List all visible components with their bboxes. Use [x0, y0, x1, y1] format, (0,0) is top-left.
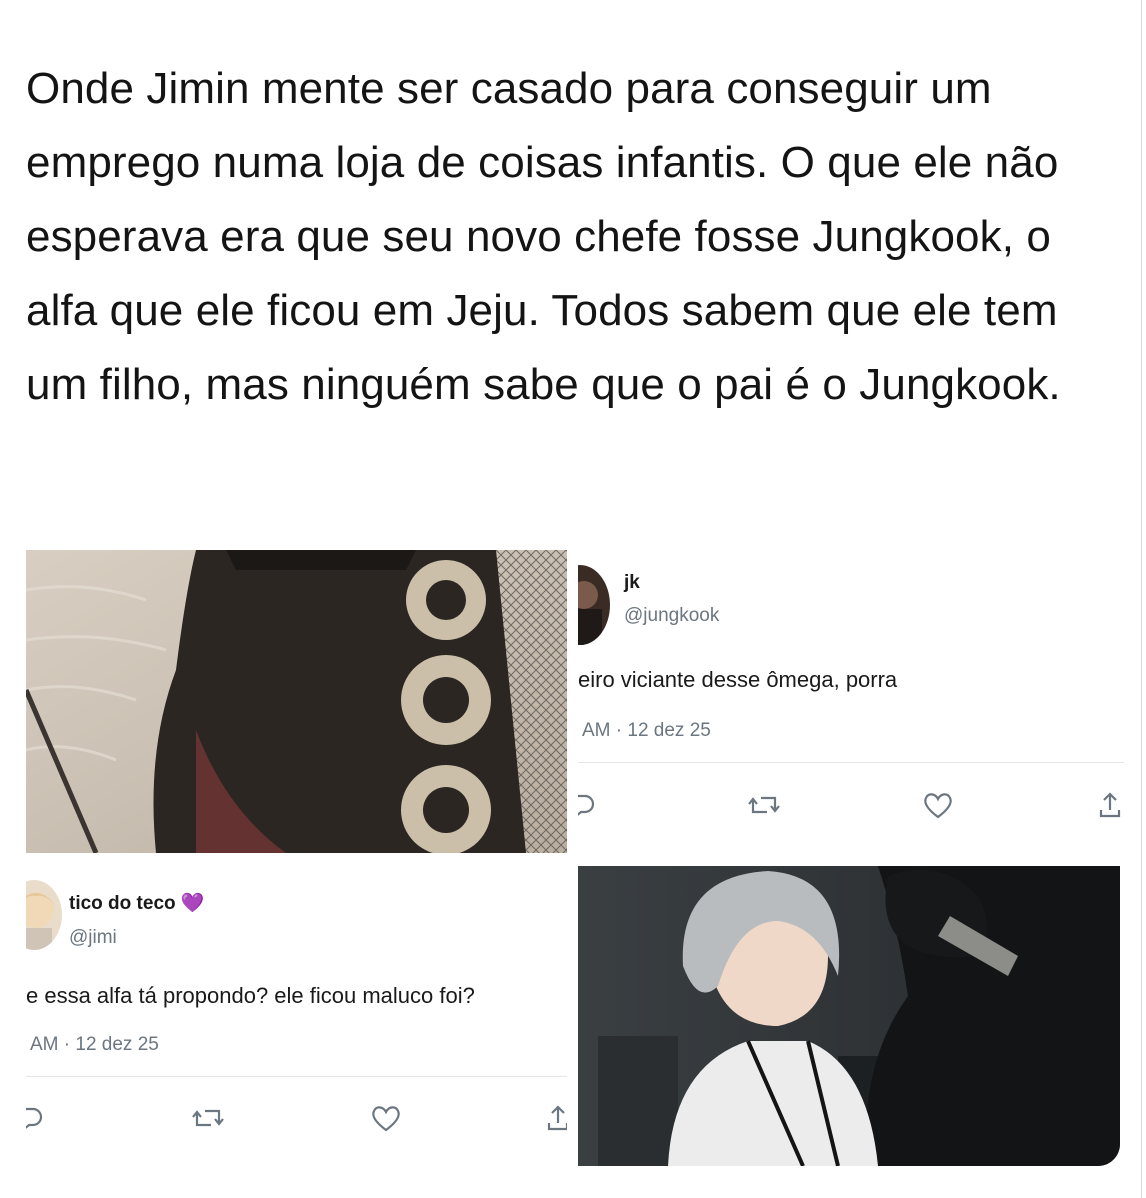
tweet-card-jimi[interactable]: tico do teco 💜 @jimi e essa alfa tá prop…	[26, 870, 567, 1165]
reply-icon[interactable]	[26, 1100, 48, 1136]
tweet-jimi-text: e essa alfa tá propondo? ele ficou maluc…	[26, 983, 475, 1008]
tweet-jimi-divider	[26, 1076, 567, 1077]
tweet-jk-timestamp[interactable]: AM · 12 dez 25	[582, 720, 711, 742]
share-icon[interactable]	[1092, 787, 1124, 823]
photo-two-people[interactable]	[578, 866, 1120, 1166]
share-icon[interactable]	[540, 1100, 567, 1136]
tweet-jk-text: eiro viciante desse ômega, porra	[578, 667, 898, 692]
tweet-jimi-name[interactable]: tico do teco 💜	[69, 891, 205, 915]
right-edge-border	[1141, 0, 1142, 1198]
heart-icon[interactable]	[920, 787, 956, 823]
avatar-jimi[interactable]	[26, 880, 62, 950]
retweet-icon[interactable]	[190, 1100, 226, 1136]
heart-icon[interactable]	[368, 1100, 404, 1136]
tweet-card-jk[interactable]: jk @jungkook eiro viciante desse ômega, …	[578, 555, 1124, 850]
tweet-jimi-timestamp[interactable]: AM · 12 dez 25	[30, 1034, 159, 1056]
tweet-jimi-handle[interactable]: @jimi	[69, 927, 117, 949]
post-caption: Onde Jimin mente ser casado para consegu…	[26, 64, 1061, 409]
photo-jacket-boat[interactable]	[26, 550, 567, 853]
retweet-icon[interactable]	[746, 787, 782, 823]
avatar-jk[interactable]	[578, 565, 610, 645]
tweet-jk-name[interactable]: jk	[624, 572, 640, 594]
reply-icon[interactable]	[578, 787, 600, 823]
tweet-jk-divider	[578, 762, 1124, 763]
tweet-jk-handle[interactable]: @jungkook	[624, 605, 719, 627]
